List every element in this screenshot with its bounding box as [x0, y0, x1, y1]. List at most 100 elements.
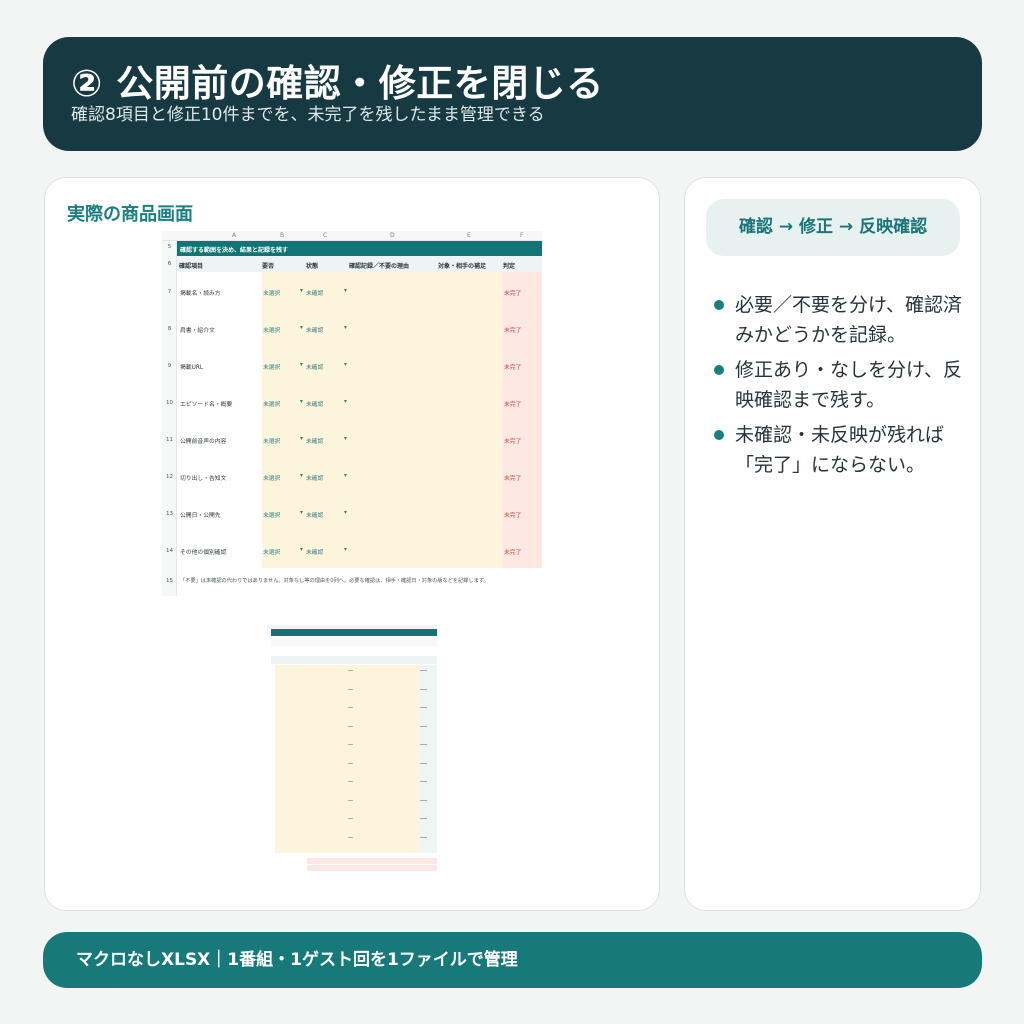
header-cell: 判定: [503, 263, 516, 270]
feature-list: 必要／不要を分け、確認済みかどうかを記録。 修正あり・なしを分け、反映確認まで残…: [713, 290, 963, 485]
list-item: 修正あり・なしを分け、反映確認まで残す。: [713, 355, 963, 415]
chevron-down-icon: ▾: [344, 547, 347, 553]
footer-banner: マクロなしXLSX｜1番組・1ゲスト回を1ファイルで管理: [43, 932, 982, 988]
state-select[interactable]: 未確認: [306, 325, 323, 334]
page-subtitle: 確認8項目と修正10件までを、未完了を残したまま管理できる: [71, 105, 545, 125]
chevron-down-icon: ▾: [344, 399, 347, 405]
state-select[interactable]: 未確認: [306, 362, 323, 371]
chevron-down-icon: ▾: [344, 288, 347, 294]
check-item-label: 公開前音声の内容: [180, 439, 227, 445]
need-select[interactable]: 未選択: [263, 510, 280, 519]
list-item: 必要／不要を分け、確認済みかどうかを記録。: [713, 290, 963, 350]
input-area: [262, 272, 502, 568]
summary-cell: [307, 865, 437, 871]
column-header-bar: A B C D E F: [162, 231, 542, 241]
chevron-down-icon: ▾: [344, 510, 347, 516]
column-label: C: [323, 232, 328, 239]
verdict-badge: 未完了: [504, 365, 522, 371]
placeholder-mark: [348, 781, 353, 782]
check-item-label: 肩書・紹介文: [180, 328, 215, 334]
status-column: [419, 665, 437, 853]
header-cell: 確認項目: [179, 263, 204, 270]
state-select[interactable]: 未確認: [306, 399, 323, 408]
chevron-down-icon: ▾: [300, 362, 303, 368]
header-cell: 要否: [262, 263, 275, 270]
column-label: E: [467, 232, 471, 239]
sheet-note: 「不要」は未確認の代わりではありません。対象なし等の理由を0列へ。必要な確認は、…: [180, 578, 489, 584]
chevron-down-icon: ▾: [344, 473, 347, 479]
sheet-subheader-row: [271, 638, 437, 646]
header-cell: 状態: [306, 263, 319, 270]
chevron-down-icon: ▾: [300, 473, 303, 479]
verdict-badge: 未完了: [504, 476, 522, 482]
chevron-down-icon: ▾: [344, 436, 347, 442]
row-number: 12: [166, 474, 173, 480]
row-number: 15: [166, 578, 173, 584]
header-cell: 対象・相手の補足: [438, 263, 487, 270]
placeholder-mark: [348, 744, 353, 745]
list-item-text: 未確認・未反映が残れば「完了」にならない。: [735, 424, 945, 476]
input-area: [275, 665, 419, 853]
state-select[interactable]: 未確認: [306, 436, 323, 445]
need-select[interactable]: 未選択: [263, 436, 280, 445]
sheet-section-banner: 確認する範囲を決め、結果と記録を残す: [177, 241, 542, 256]
row-number: 9: [167, 363, 172, 369]
placeholder-mark: [348, 762, 353, 764]
state-select[interactable]: 未確認: [306, 288, 323, 297]
status-mark: [420, 670, 427, 671]
chevron-down-icon: ▾: [344, 325, 347, 331]
footer-text: マクロなしXLSX｜1番組・1ゲスト回を1ファイルで管理: [76, 950, 518, 970]
need-select[interactable]: 未選択: [263, 288, 280, 297]
bullet-dot-icon: [714, 430, 724, 440]
row-number: 10: [166, 400, 173, 406]
row-number: 11: [166, 437, 173, 443]
chevron-down-icon: ▾: [300, 547, 303, 553]
placeholder-mark: [348, 818, 353, 819]
row-number: 5: [167, 244, 172, 250]
bullet-dot-icon: [714, 365, 724, 375]
need-select[interactable]: 未選択: [263, 362, 280, 371]
summary-cell: [307, 858, 437, 864]
verdict-badge: 未完了: [504, 439, 522, 445]
row-number: 14: [166, 548, 173, 554]
row-number: 13: [166, 511, 173, 517]
state-select[interactable]: 未確認: [306, 473, 323, 482]
flow-pill: 確認 → 修正 → 反映確認: [706, 199, 960, 256]
placeholder-mark: [348, 725, 353, 727]
check-item-label: その他の個別確認: [180, 550, 227, 556]
row-number: 8: [167, 326, 172, 332]
check-item-label: エピソード名・概要: [180, 402, 233, 408]
status-mark: [420, 688, 427, 690]
need-select[interactable]: 未選択: [263, 547, 280, 556]
list-item-text: 必要／不要を分け、確認済みかどうかを記録。: [735, 294, 963, 346]
verdict-badge: 未完了: [504, 402, 522, 408]
verdict-column: [502, 272, 542, 568]
verdict-badge: 未完了: [504, 291, 522, 297]
product-screen-title: 実際の商品画面: [67, 204, 193, 225]
need-select[interactable]: 未選択: [263, 399, 280, 408]
sheet-header-row: 確認項目 要否 状態 確認記録／不要の理由 対象・相手の補足 判定: [177, 256, 542, 272]
chevron-down-icon: ▾: [300, 399, 303, 405]
status-mark: [420, 707, 427, 708]
column-label: B: [280, 232, 285, 239]
verdict-badge: 未完了: [504, 328, 522, 334]
product-screen-card: 実際の商品画面 A B C D E F 5 確認する範囲を決め、結果と記録を残す…: [44, 177, 660, 911]
status-mark: [420, 818, 427, 819]
status-mark: [420, 744, 427, 745]
list-item: 未確認・未反映が残れば「完了」にならない。: [713, 420, 963, 480]
column-label: F: [520, 232, 524, 239]
placeholder-mark: [348, 707, 353, 708]
need-select[interactable]: 未選択: [263, 325, 280, 334]
status-mark: [420, 762, 427, 764]
state-select[interactable]: 未確認: [306, 510, 323, 519]
feature-card: 確認 → 修正 → 反映確認 必要／不要を分け、確認済みかどうかを記録。 修正あ…: [684, 177, 981, 911]
list-item-text: 修正あり・なしを分け、反映確認まで残す。: [735, 359, 963, 411]
placeholder-mark: [348, 836, 353, 838]
need-select[interactable]: 未選択: [263, 473, 280, 482]
chevron-down-icon: ▾: [300, 510, 303, 516]
check-item-label: 切り出し・告知文: [180, 476, 227, 482]
status-mark: [420, 836, 427, 838]
state-select[interactable]: 未確認: [306, 547, 323, 556]
status-mark: [420, 799, 427, 801]
check-item-label: 掲載URL: [180, 365, 204, 371]
